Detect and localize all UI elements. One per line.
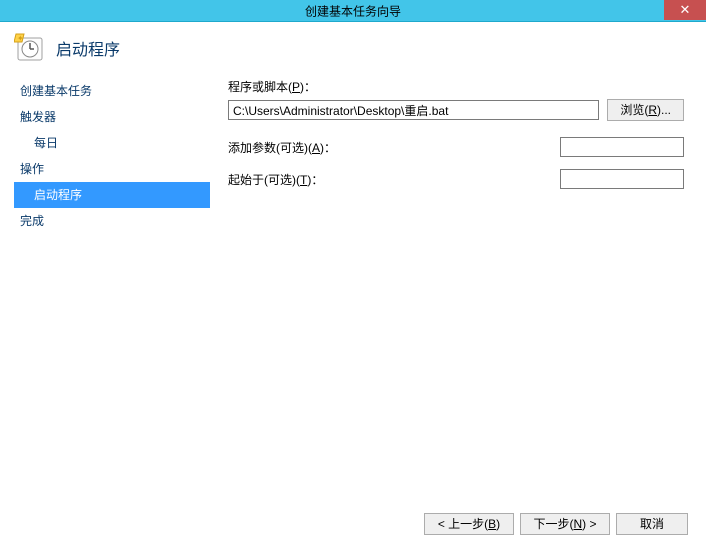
back-button[interactable]: < 上一步(B)	[424, 513, 514, 535]
close-button[interactable]: ✕	[664, 0, 706, 20]
args-input[interactable]	[560, 137, 684, 157]
close-icon: ✕	[680, 2, 691, 17]
form-panel: 程序或脚本(P)： 浏览(R)... 添加参数(可选)(A)： 起始于(可选)(…	[210, 78, 706, 234]
sidebar-item-start-program[interactable]: 启动程序	[14, 182, 210, 208]
cancel-button[interactable]: 取消	[616, 513, 688, 535]
titlebar: 创建基本任务向导 ✕	[0, 0, 706, 22]
window-title: 创建基本任务向导	[305, 2, 401, 19]
wizard-sidebar: 创建基本任务 触发器 每日 操作 启动程序 完成	[14, 78, 210, 234]
browse-button[interactable]: 浏览(R)...	[607, 99, 684, 121]
wizard-header: ✦ 启动程序	[0, 22, 706, 78]
args-label: 添加参数(可选)(A)：	[228, 139, 338, 156]
sidebar-item-trigger[interactable]: 触发器	[14, 104, 210, 130]
sidebar-item-create-task[interactable]: 创建基本任务	[14, 78, 210, 104]
sidebar-item-action[interactable]: 操作	[14, 156, 210, 182]
wizard-footer: < 上一步(B) 下一步(N) > 取消	[424, 513, 688, 535]
startin-input[interactable]	[560, 169, 684, 189]
page-title: 启动程序	[56, 36, 120, 60]
svg-text:✦: ✦	[17, 34, 24, 43]
script-label: 程序或脚本(P)：	[228, 78, 684, 95]
next-button[interactable]: 下一步(N) >	[520, 513, 610, 535]
sidebar-item-finish[interactable]: 完成	[14, 208, 210, 234]
startin-label: 起始于(可选)(T)：	[228, 171, 338, 188]
sidebar-item-daily[interactable]: 每日	[14, 130, 210, 156]
script-input[interactable]	[228, 100, 599, 120]
clock-icon: ✦	[14, 32, 46, 64]
